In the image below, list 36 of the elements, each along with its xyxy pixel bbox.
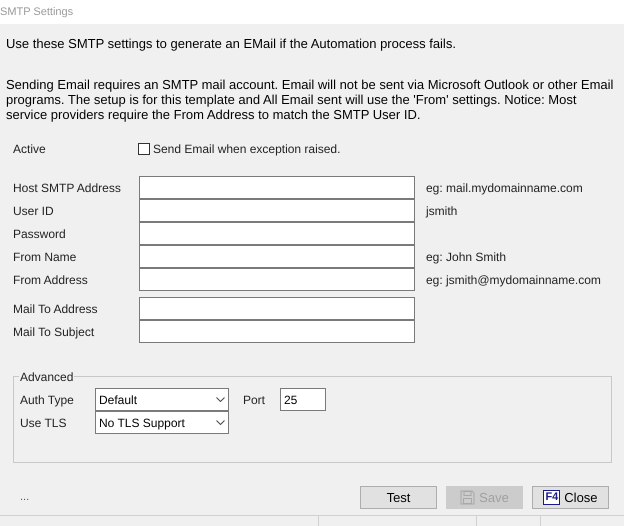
dropdown[interactable]: Default bbox=[95, 388, 229, 411]
chevron-down-icon bbox=[216, 420, 225, 425]
field-label: From Address bbox=[13, 272, 89, 288]
hint-text: eg: jsmith@mydomainname.com bbox=[426, 272, 601, 288]
input-field[interactable] bbox=[139, 176, 415, 199]
hint-text: jsmith bbox=[426, 202, 458, 220]
hint-text: eg: mail.mydomainname.com bbox=[426, 180, 583, 196]
field-label: Auth Type bbox=[20, 392, 75, 408]
input-field[interactable] bbox=[139, 268, 415, 291]
field-label: From Name bbox=[13, 248, 78, 266]
key-badge: F4 bbox=[543, 490, 560, 505]
field-label: Host SMTP Address bbox=[13, 180, 122, 196]
intro-text: Use these SMTP settings to generate an EMail if the Automation process fails. bbox=[6, 36, 457, 52]
input-field[interactable]: 25 bbox=[280, 388, 326, 411]
input-field[interactable] bbox=[139, 320, 415, 343]
field-label: Use TLS bbox=[20, 414, 68, 432]
field-label: Port bbox=[243, 392, 266, 408]
chevron-down-icon bbox=[216, 397, 225, 402]
field-label: Mail To Subject bbox=[13, 324, 96, 340]
test-button[interactable]: Test bbox=[360, 486, 437, 509]
field-label: Active bbox=[13, 141, 47, 158]
notice-text: Sending Email requires an SMTP mail account. Email will not be sent via Microsoft Outlook or other Email programs. The setup is for this template and All Email sent will use the 'From' settings. Notice: Most service providers require the From Address to match the SMTP User ID. bbox=[6, 77, 614, 122]
input-field[interactable] bbox=[139, 297, 415, 320]
close-button[interactable]: F4 Close bbox=[532, 486, 609, 509]
hint-text: eg: John Smith bbox=[426, 248, 506, 266]
status-text: ... bbox=[20, 490, 30, 506]
input-field[interactable] bbox=[139, 222, 415, 245]
checkbox[interactable] bbox=[138, 143, 150, 155]
dropdown[interactable]: No TLS Support bbox=[95, 411, 229, 434]
field-label: Mail To Address bbox=[13, 300, 98, 318]
input-field[interactable] bbox=[139, 245, 415, 268]
input-field[interactable] bbox=[139, 199, 415, 222]
field-label: Password bbox=[13, 226, 67, 242]
field-label: User ID bbox=[13, 202, 55, 220]
window-title: SMTP Settings bbox=[0, 4, 74, 20]
checkbox-label: Send Email when exception raised. bbox=[153, 141, 340, 158]
